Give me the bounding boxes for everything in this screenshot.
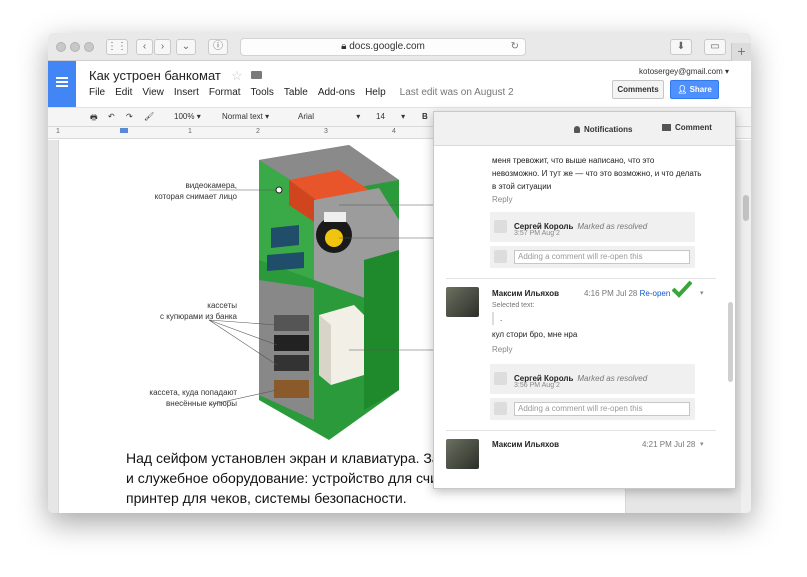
avatar [494, 220, 507, 233]
browser-toolbar: ⋮⋮ ‹ › ⌄ ⓘ 🔒︎ docs.google.com ↻ ⬇ ▭ + [48, 33, 751, 61]
minimize-window-button[interactable] [70, 42, 80, 52]
style-select[interactable]: Normal text ▾ [222, 112, 269, 121]
comment-options-icon[interactable]: ▾ [700, 289, 704, 297]
selected-text-label: Selected text: [492, 302, 535, 309]
thread-divider [446, 430, 716, 431]
avatar [494, 372, 507, 385]
reply-link[interactable]: Reply [492, 195, 512, 204]
ruler-mark: 1 [188, 128, 192, 135]
avatar [446, 439, 479, 469]
pocket-icon[interactable]: ⌄ [176, 39, 196, 55]
comment-icon [662, 124, 671, 131]
comments-panel: Notifications Comment меня тревожит, что… [433, 111, 736, 489]
font-size-select[interactable]: 14 ▾ [376, 112, 405, 121]
indent-marker[interactable] [120, 128, 128, 133]
thread-divider [446, 278, 716, 279]
zoom-select[interactable]: 100% ▾ [174, 112, 201, 121]
new-tab-icon[interactable]: + [731, 43, 751, 61]
last-edit-link[interactable]: Last edit was on August 2 [400, 87, 514, 98]
reply-link[interactable]: Reply [492, 345, 512, 354]
resolved-status: Marked as resolved [577, 374, 648, 383]
caption-camera: видеокамера, которая снимает лицо [154, 181, 237, 201]
ruler-mark: 3 [324, 128, 328, 135]
close-window-button[interactable] [56, 42, 66, 52]
folder-icon[interactable] [251, 71, 262, 79]
menu-file[interactable]: File [89, 87, 105, 98]
comment-time: 4:21 PM Jul 28 [642, 440, 696, 449]
reopen-comment-input[interactable]: Adding a comment will re-open this [514, 402, 690, 416]
menu-help[interactable]: Help [365, 87, 386, 98]
menu-view[interactable]: View [142, 87, 164, 98]
caption-cassettes: кассеты с купюрами из банка [160, 301, 237, 321]
ruler-mark: 1 [56, 128, 60, 135]
menu-table[interactable]: Table [284, 87, 308, 98]
avatar [494, 250, 507, 263]
downloads-icon[interactable]: ⬇ [670, 39, 692, 55]
menu-bar: File Edit View Insert Format Tools Table… [89, 87, 524, 98]
avatar [494, 402, 507, 415]
person-icon: 👤︎ [677, 85, 690, 94]
menu-tools[interactable]: Tools [251, 87, 274, 98]
notifications-button[interactable]: Notifications [574, 125, 632, 134]
star-icon[interactable]: ☆ [231, 68, 243, 84]
scrollbar-thumb[interactable] [743, 195, 749, 221]
resolved-entry: Сергей Король Marked as resolved 3:56 PM … [490, 364, 695, 394]
ruler-mark: 2 [256, 128, 260, 135]
tabs-overview-icon[interactable]: ▭ [704, 39, 726, 55]
undo-icon[interactable]: ↶ [108, 112, 115, 121]
comments-button[interactable]: Comments [612, 80, 664, 99]
forward-icon[interactable]: › [154, 39, 171, 55]
docs-logo-icon[interactable] [48, 61, 76, 107]
menu-addons[interactable]: Add-ons [318, 87, 355, 98]
resolved-check-icon [672, 280, 692, 298]
print-icon[interactable]: 🖶︎ [90, 112, 98, 126]
url-text: docs.google.com [349, 41, 425, 52]
comment-meta: 4:16 PM Jul 28 Re-open [584, 289, 671, 298]
zoom-window-button[interactable] [84, 42, 94, 52]
bell-icon [574, 126, 580, 133]
ruler-mark: 4 [392, 128, 396, 135]
comment-options-icon[interactable]: ▾ [700, 440, 704, 448]
menu-edit[interactable]: Edit [115, 87, 132, 98]
account-email[interactable]: kotosergey@gmail.com ▾ [639, 67, 729, 76]
comment-author: Максим Ильяхов [492, 440, 560, 449]
resolved-status: Marked as resolved [577, 222, 648, 231]
comments-scrollbar[interactable] [728, 302, 733, 382]
back-icon[interactable]: ‹ [136, 39, 153, 55]
reader-icon[interactable]: ⓘ [208, 39, 228, 55]
share-button[interactable]: 👤︎ Share [670, 80, 719, 99]
resolved-time: 3:57 PM Aug 2 [514, 230, 560, 237]
resolved-time: 3:56 PM Aug 2 [514, 382, 560, 389]
comment-text: меня тревожит, что выше написано, что эт… [492, 156, 702, 191]
reply-box: Adding a comment will re-open this [490, 246, 695, 268]
bold-button[interactable]: B [422, 112, 428, 121]
reopen-comment-input[interactable]: Adding a comment will re-open this [514, 250, 690, 264]
menu-insert[interactable]: Insert [174, 87, 199, 98]
docs-header: Как устроен банкомат ☆ File Edit View In… [48, 61, 751, 107]
reopen-link[interactable]: Re-open [640, 289, 671, 298]
caption-deposit-cassette: кассета, куда попадают внесённые купюры [149, 388, 237, 408]
add-comment-button[interactable]: Comment [662, 123, 712, 132]
comment-text: кул стори бро, мне нра [492, 330, 578, 339]
paint-format-icon[interactable]: 🖌︎ [144, 112, 154, 121]
resolved-entry: Сергей Король Marked as resolved 3:57 PM … [490, 212, 695, 242]
sidebar-grid-icon[interactable]: ⋮⋮ [106, 39, 128, 55]
document-scrollbar[interactable] [741, 140, 751, 513]
selected-text: . [492, 312, 502, 325]
document-title[interactable]: Как устроен банкомат [89, 68, 221, 83]
reply-box: Adding a comment will re-open this [490, 398, 695, 420]
menu-format[interactable]: Format [209, 87, 241, 98]
address-bar[interactable]: 🔒︎ docs.google.com ↻ [240, 38, 526, 56]
font-select[interactable]: Arial ▾ [298, 112, 360, 121]
redo-icon[interactable]: ↷ [126, 112, 133, 121]
reload-icon[interactable]: ↻ [511, 39, 519, 55]
browser-window: ⋮⋮ ‹ › ⌄ ⓘ 🔒︎ docs.google.com ↻ ⬇ ▭ + Ка… [48, 33, 751, 513]
avatar [446, 287, 479, 317]
comment-author: Максим Ильяхов [492, 289, 560, 298]
comments-panel-header: Notifications Comment [434, 112, 735, 146]
